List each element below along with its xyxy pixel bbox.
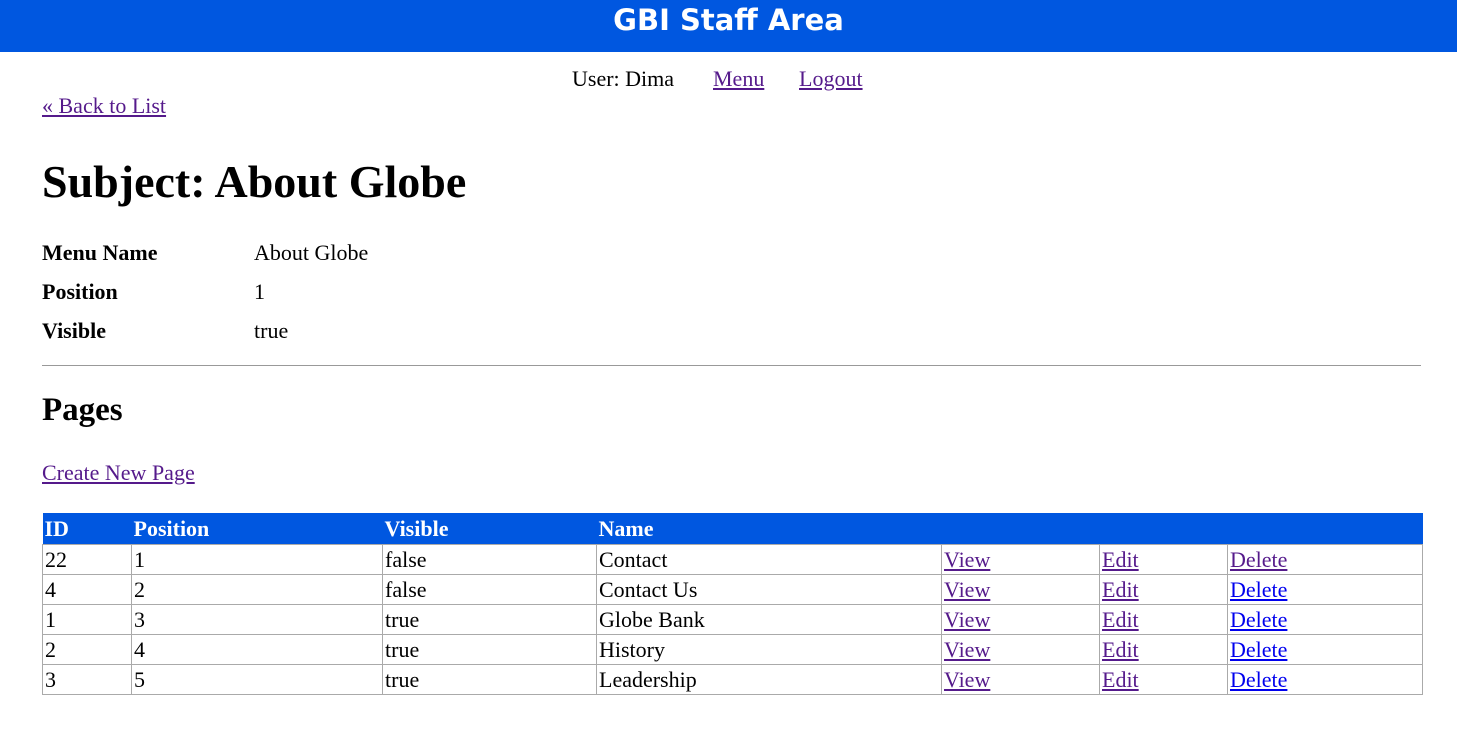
column-header-position: Position <box>131 513 383 545</box>
cell-delete: Delete <box>1227 664 1423 695</box>
pages-table: ID Position Visible Name 22 1 false Cont… <box>42 513 1423 695</box>
cell-id: 4 <box>42 574 132 605</box>
menu-name-label: Menu Name <box>42 240 158 265</box>
edit-link[interactable]: Edit <box>1102 637 1139 662</box>
table-header-row: ID Position Visible Name <box>42 513 1423 545</box>
cell-name: History <box>596 634 942 665</box>
cell-edit: Edit <box>1099 544 1228 575</box>
cell-name: Contact <box>596 544 942 575</box>
back-to-list-link[interactable]: « Back to List <box>42 93 166 119</box>
visible-label: Visible <box>42 318 106 343</box>
cell-view: View <box>941 634 1100 665</box>
column-header-name: Name <box>596 513 942 545</box>
cell-visible: true <box>382 604 597 635</box>
edit-link[interactable]: Edit <box>1102 667 1139 692</box>
cell-id: 22 <box>42 544 132 575</box>
view-link[interactable]: View <box>944 607 990 632</box>
cell-name: Contact Us <box>596 574 942 605</box>
cell-visible: true <box>382 634 597 665</box>
view-link[interactable]: View <box>944 667 990 692</box>
cell-edit: Edit <box>1099 664 1228 695</box>
cell-delete: Delete <box>1227 544 1423 575</box>
cell-edit: Edit <box>1099 574 1228 605</box>
cell-name: Leadership <box>596 664 942 695</box>
cell-id: 1 <box>42 604 132 635</box>
cell-visible: true <box>382 664 597 695</box>
column-header-blank <box>1099 513 1228 545</box>
edit-link[interactable]: Edit <box>1102 577 1139 602</box>
top-navigation: User: Dima Menu Logout <box>0 66 1457 94</box>
cell-edit: Edit <box>1099 604 1228 635</box>
cell-delete: Delete <box>1227 574 1423 605</box>
table-row: 4 2 false Contact Us View Edit Delete <box>42 574 1423 605</box>
edit-link[interactable]: Edit <box>1102 607 1139 632</box>
column-header-blank <box>941 513 1100 545</box>
site-header: GBI Staff Area <box>0 0 1457 52</box>
menu-name-value: About Globe <box>254 240 369 265</box>
create-new-page-link[interactable]: Create New Page <box>42 460 195 486</box>
delete-link[interactable]: Delete <box>1230 547 1287 572</box>
view-link[interactable]: View <box>944 547 990 572</box>
page-title: Subject: About Globe <box>42 156 467 207</box>
cell-position: 2 <box>131 574 383 605</box>
position-value: 1 <box>254 279 265 304</box>
table-row: 1 3 true Globe Bank View Edit Delete <box>42 604 1423 635</box>
view-link[interactable]: View <box>944 637 990 662</box>
cell-view: View <box>941 604 1100 635</box>
column-header-id: ID <box>42 513 132 545</box>
cell-visible: false <box>382 544 597 575</box>
position-label: Position <box>42 279 118 304</box>
delete-link[interactable]: Delete <box>1230 637 1287 662</box>
cell-position: 3 <box>131 604 383 635</box>
cell-delete: Delete <box>1227 604 1423 635</box>
cell-visible: false <box>382 574 597 605</box>
table-row: 22 1 false Contact View Edit Delete <box>42 544 1423 575</box>
cell-view: View <box>941 574 1100 605</box>
cell-delete: Delete <box>1227 634 1423 665</box>
delete-link[interactable]: Delete <box>1230 577 1287 602</box>
section-divider <box>42 365 1421 366</box>
visible-value: true <box>254 318 289 343</box>
cell-position: 1 <box>131 544 383 575</box>
cell-position: 4 <box>131 634 383 665</box>
table-row: 2 4 true History View Edit Delete <box>42 634 1423 665</box>
column-header-visible: Visible <box>382 513 597 545</box>
cell-position: 5 <box>131 664 383 695</box>
cell-edit: Edit <box>1099 634 1228 665</box>
delete-link[interactable]: Delete <box>1230 607 1287 632</box>
cell-id: 3 <box>42 664 132 695</box>
pages-heading: Pages <box>42 392 123 428</box>
edit-link[interactable]: Edit <box>1102 547 1139 572</box>
menu-link[interactable]: Menu <box>713 66 764 92</box>
delete-link[interactable]: Delete <box>1230 667 1287 692</box>
current-user: User: Dima <box>572 66 675 91</box>
view-link[interactable]: View <box>944 577 990 602</box>
cell-name: Globe Bank <box>596 604 942 635</box>
site-title: GBI Staff Area <box>613 3 844 37</box>
logout-link[interactable]: Logout <box>799 66 863 92</box>
table-row: 3 5 true Leadership View Edit Delete <box>42 664 1423 695</box>
cell-view: View <box>941 544 1100 575</box>
column-header-blank <box>1227 513 1423 545</box>
cell-id: 2 <box>42 634 132 665</box>
cell-view: View <box>941 664 1100 695</box>
